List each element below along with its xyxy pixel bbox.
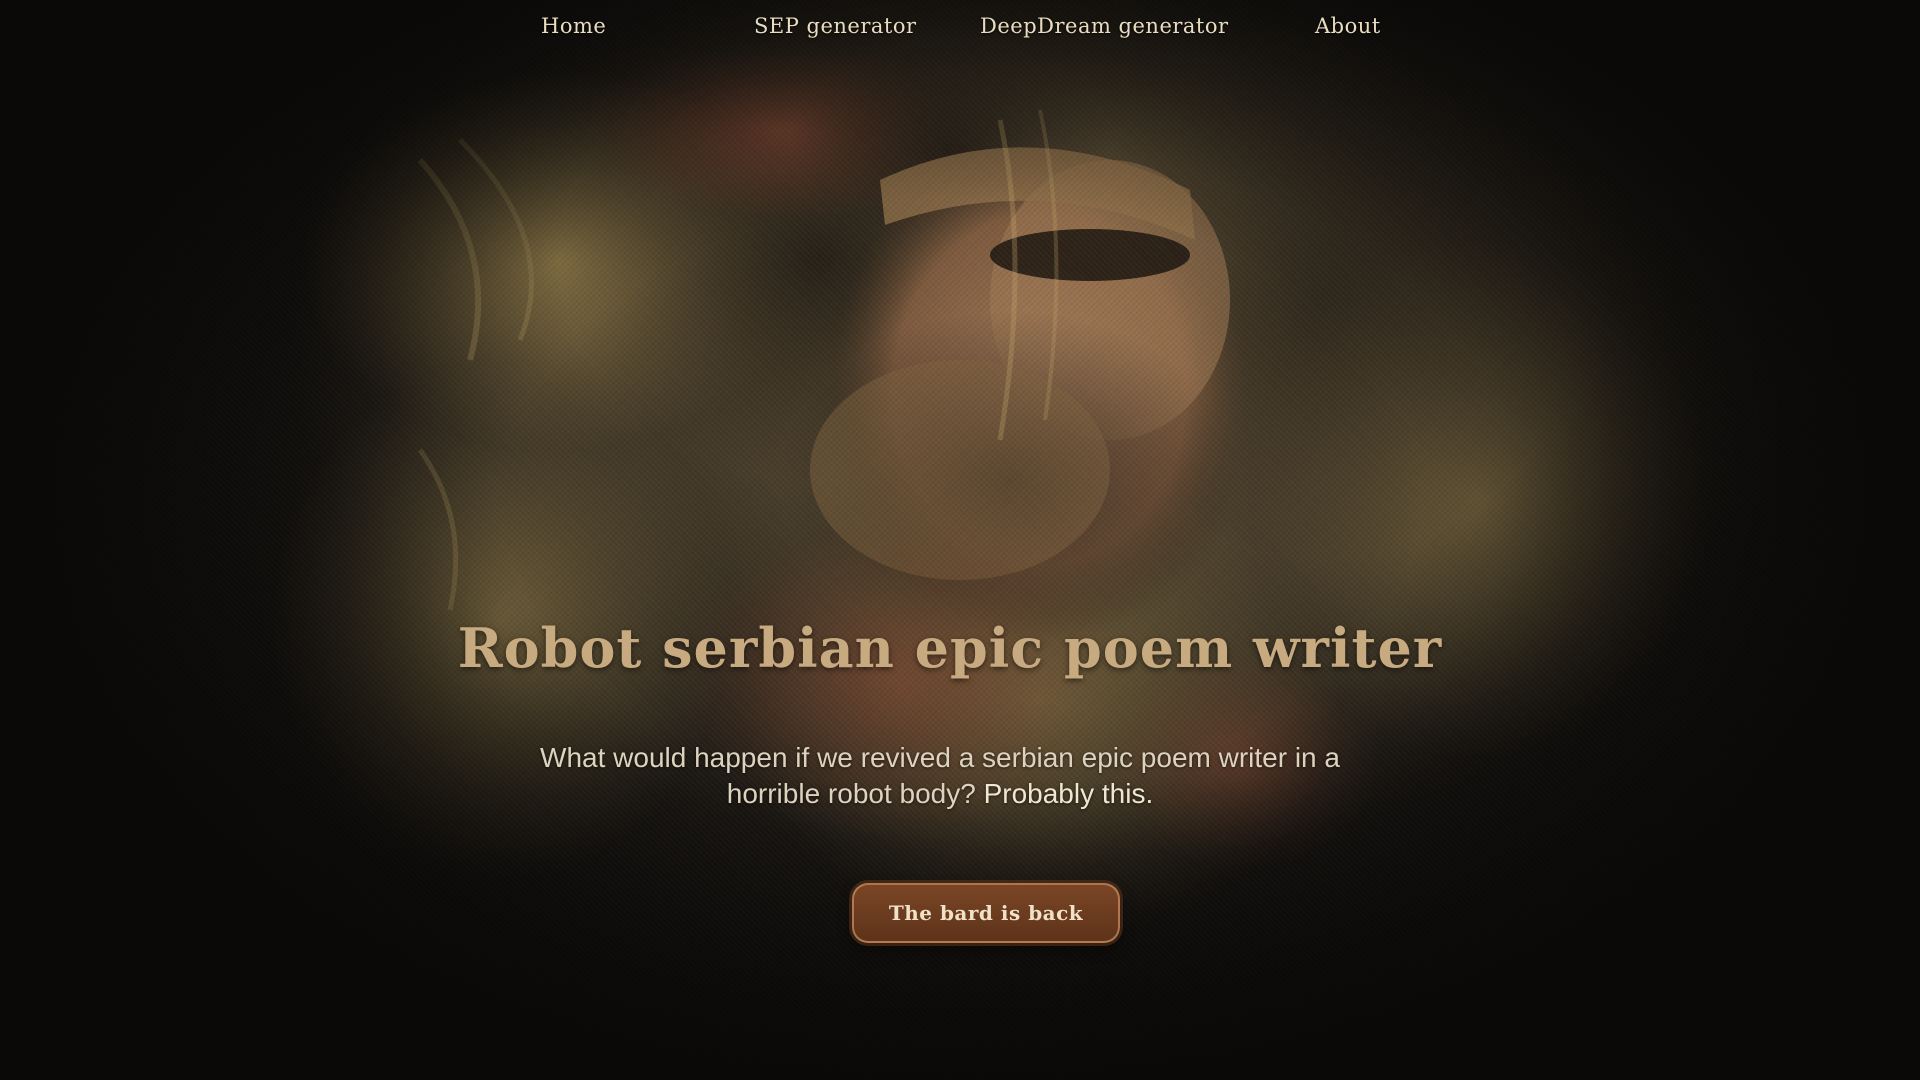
hero-subtitle: What would happen if we revived a serbia…: [520, 740, 1360, 812]
page: Home SEP generator DeepDream generator A…: [0, 0, 1920, 1080]
top-navigation: Home SEP generator DeepDream generator A…: [0, 14, 1920, 46]
hero-subtitle-emphasis: Probably this.: [983, 778, 1154, 809]
nav-link-deepdream-generator[interactable]: DeepDream generator: [980, 14, 1229, 38]
hero-title: Robot serbian epic poem writer: [457, 616, 1443, 680]
the-bard-is-back-button[interactable]: The bard is back: [852, 883, 1120, 943]
nav-link-home[interactable]: Home: [541, 14, 606, 38]
nav-link-about[interactable]: About: [1315, 14, 1381, 38]
nav-link-sep-generator[interactable]: SEP generator: [754, 14, 917, 38]
hero-subtitle-text: What would happen if we revived a serbia…: [540, 742, 1340, 809]
